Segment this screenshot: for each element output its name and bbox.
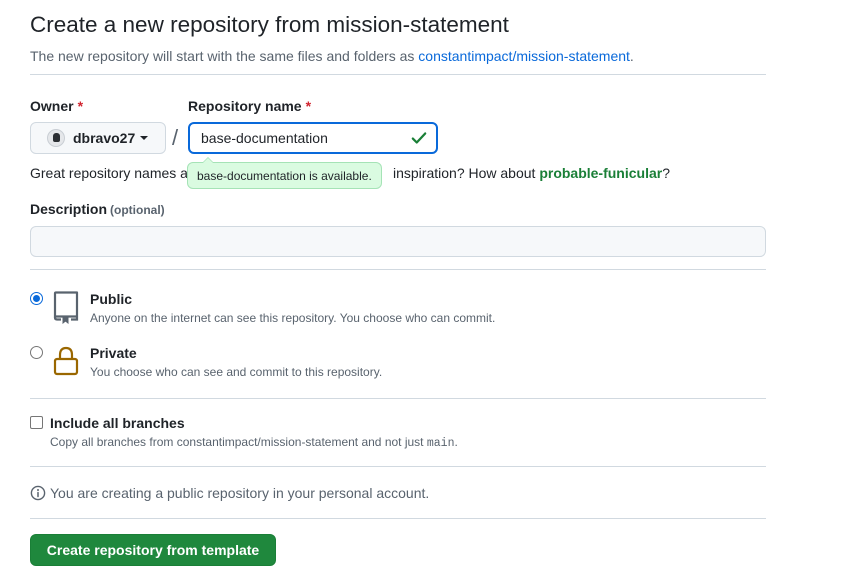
branches-divider <box>30 466 766 467</box>
header-divider <box>30 74 766 75</box>
visibility-divider <box>30 398 766 399</box>
include-branches-checkbox[interactable] <box>30 416 43 429</box>
availability-tooltip: base-documentation is available. <box>187 157 382 189</box>
owner-label: Owner * <box>30 98 83 114</box>
owner-label-text: Owner <box>30 98 74 114</box>
repo-name-label-text: Repository name <box>188 98 302 114</box>
include-branches-desc-suffix: . <box>454 435 458 449</box>
public-option-description: Anyone on the internet can see this repo… <box>90 311 496 325</box>
optional-tag: (optional) <box>110 203 165 217</box>
check-icon <box>411 132 427 144</box>
lock-icon <box>53 346 79 376</box>
repo-name-hint: Great repository names a <box>30 165 188 181</box>
hint-suffix: ? <box>662 165 671 181</box>
repo-icon <box>53 291 79 324</box>
owner-name: dbravo27 <box>73 130 136 146</box>
owner-repo-separator: / <box>172 125 179 150</box>
page-title: Create a new repository from mission-sta… <box>30 12 509 37</box>
info-message: You are creating a public repository in … <box>50 485 430 501</box>
owner-dropdown[interactable]: dbravo27 <box>30 122 166 154</box>
hint-middle-text: inspiration? How about <box>393 165 536 181</box>
suggested-name-link[interactable]: probable-funicular <box>539 165 662 181</box>
public-radio[interactable] <box>30 292 43 305</box>
private-option-title: Private <box>90 345 137 361</box>
branch-code: main <box>426 437 455 450</box>
repo-name-hint-suggestion: inspiration? How about probable-funicula… <box>393 165 670 181</box>
repo-name-label: Repository name * <box>188 98 311 114</box>
private-radio[interactable] <box>30 346 43 359</box>
info-divider <box>30 518 766 519</box>
description-input[interactable] <box>30 226 766 257</box>
private-option-description: You choose who can see and commit to thi… <box>90 365 383 379</box>
template-repo-link[interactable]: constantimpact/mission-statement <box>418 48 630 64</box>
page-subtitle: The new repository will start with the s… <box>30 48 634 64</box>
owner-required-mark: * <box>77 98 84 114</box>
description-label: Description (optional) <box>30 201 165 217</box>
subtitle-text: The new repository will start with the s… <box>30 48 415 64</box>
include-branches-title: Include all branches <box>50 415 185 431</box>
caret-down-icon <box>140 136 149 140</box>
create-repository-button[interactable]: Create repository from template <box>30 534 276 566</box>
description-divider <box>30 269 766 270</box>
include-branches-description: Copy all branches from constantimpact/mi… <box>50 435 458 450</box>
repo-name-input[interactable] <box>188 122 438 154</box>
description-label-text: Description <box>30 201 108 217</box>
include-branches-desc-text: Copy all branches from constantimpact/mi… <box>50 435 424 449</box>
avatar <box>47 129 65 147</box>
public-option-title: Public <box>90 291 133 307</box>
subtitle-suffix: . <box>629 48 634 64</box>
info-icon <box>30 485 46 501</box>
repo-name-required-mark: * <box>305 98 312 114</box>
